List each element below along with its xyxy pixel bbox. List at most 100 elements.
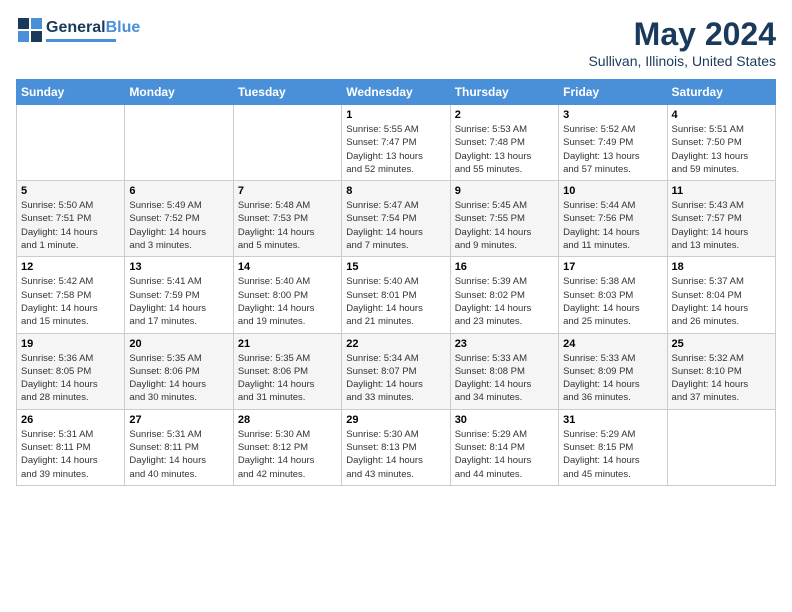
logo-icon [16,16,44,44]
day-number: 9 [455,185,554,197]
day-number: 25 [672,338,771,350]
week-row-5: 26 Sunrise: 5:31 AM Sunset: 8:11 PM Dayli… [17,409,776,485]
calendar-cell: 26 Sunrise: 5:31 AM Sunset: 8:11 PM Dayli… [17,409,125,485]
day-number: 11 [672,185,771,197]
calendar-cell: 22 Sunrise: 5:34 AM Sunset: 8:07 PM Dayli… [342,333,450,409]
day-info: Sunrise: 5:37 AM Sunset: 8:04 PM Dayligh… [672,275,771,328]
day-number: 16 [455,261,554,273]
calendar-cell: 18 Sunrise: 5:37 AM Sunset: 8:04 PM Dayli… [667,257,775,333]
day-info: Sunrise: 5:38 AM Sunset: 8:03 PM Dayligh… [563,275,662,328]
day-info: Sunrise: 5:53 AM Sunset: 7:48 PM Dayligh… [455,123,554,176]
day-info: Sunrise: 5:35 AM Sunset: 8:06 PM Dayligh… [129,352,228,405]
calendar-cell: 17Sunrise: 5:38 AM Sunset: 8:03 PM Dayli… [559,257,667,333]
day-number: 7 [238,185,337,197]
day-number: 29 [346,414,445,426]
day-number: 27 [129,414,228,426]
day-info: Sunrise: 5:44 AM Sunset: 7:56 PM Dayligh… [563,199,662,252]
day-number: 21 [238,338,337,350]
day-number: 22 [346,338,445,350]
day-number: 1 [346,109,445,121]
day-info: Sunrise: 5:33 AM Sunset: 8:08 PM Dayligh… [455,352,554,405]
calendar-cell [125,105,233,181]
calendar-cell: 2 Sunrise: 5:53 AM Sunset: 7:48 PM Daylig… [450,105,558,181]
week-row-2: 5 Sunrise: 5:50 AM Sunset: 7:51 PM Daylig… [17,181,776,257]
day-number: 19 [21,338,120,350]
day-info: Sunrise: 5:31 AM Sunset: 8:11 PM Dayligh… [21,428,120,481]
day-number: 10 [563,185,662,197]
weekday-header-sunday: Sunday [17,80,125,105]
calendar-cell: 12Sunrise: 5:42 AM Sunset: 7:58 PM Dayli… [17,257,125,333]
calendar-cell: 15Sunrise: 5:40 AM Sunset: 8:01 PM Dayli… [342,257,450,333]
day-info: Sunrise: 5:31 AM Sunset: 8:11 PM Dayligh… [129,428,228,481]
day-number: 5 [21,185,120,197]
day-number: 13 [129,261,228,273]
day-info: Sunrise: 5:43 AM Sunset: 7:57 PM Dayligh… [672,199,771,252]
calendar-cell: 1 Sunrise: 5:55 AM Sunset: 7:47 PM Daylig… [342,105,450,181]
day-number: 2 [455,109,554,121]
day-info: Sunrise: 5:45 AM Sunset: 7:55 PM Dayligh… [455,199,554,252]
calendar-cell: 13Sunrise: 5:41 AM Sunset: 7:59 PM Dayli… [125,257,233,333]
week-row-4: 19 Sunrise: 5:36 AM Sunset: 8:05 PM Dayli… [17,333,776,409]
logo: General Blue [16,16,140,44]
calendar-cell: 29 Sunrise: 5:30 AM Sunset: 8:13 PM Dayli… [342,409,450,485]
day-info: Sunrise: 5:34 AM Sunset: 8:07 PM Dayligh… [346,352,445,405]
calendar-cell: 16 Sunrise: 5:39 AM Sunset: 8:02 PM Dayli… [450,257,558,333]
calendar-cell: 21 Sunrise: 5:35 AM Sunset: 8:06 PM Dayli… [233,333,341,409]
weekday-header-friday: Friday [559,80,667,105]
day-number: 6 [129,185,228,197]
day-number: 4 [672,109,771,121]
day-info: Sunrise: 5:50 AM Sunset: 7:51 PM Dayligh… [21,199,120,252]
day-info: Sunrise: 5:47 AM Sunset: 7:54 PM Dayligh… [346,199,445,252]
day-info: Sunrise: 5:30 AM Sunset: 8:13 PM Dayligh… [346,428,445,481]
calendar-cell [667,409,775,485]
calendar-cell: 7 Sunrise: 5:48 AM Sunset: 7:53 PM Daylig… [233,181,341,257]
page-header: General Blue May 2024 Sullivan, Illinois… [16,16,776,69]
weekday-header-wednesday: Wednesday [342,80,450,105]
day-info: Sunrise: 5:55 AM Sunset: 7:47 PM Dayligh… [346,123,445,176]
calendar-cell: 4 Sunrise: 5:51 AM Sunset: 7:50 PM Daylig… [667,105,775,181]
calendar-cell: 19 Sunrise: 5:36 AM Sunset: 8:05 PM Dayli… [17,333,125,409]
weekday-header-monday: Monday [125,80,233,105]
day-info: Sunrise: 5:35 AM Sunset: 8:06 PM Dayligh… [238,352,337,405]
day-number: 3 [563,109,662,121]
calendar-cell: 30Sunrise: 5:29 AM Sunset: 8:14 PM Dayli… [450,409,558,485]
week-row-3: 12Sunrise: 5:42 AM Sunset: 7:58 PM Dayli… [17,257,776,333]
calendar-cell: 10 Sunrise: 5:44 AM Sunset: 7:56 PM Dayli… [559,181,667,257]
day-number: 8 [346,185,445,197]
day-info: Sunrise: 5:32 AM Sunset: 8:10 PM Dayligh… [672,352,771,405]
day-number: 28 [238,414,337,426]
calendar-cell: 8 Sunrise: 5:47 AM Sunset: 7:54 PM Daylig… [342,181,450,257]
day-number: 18 [672,261,771,273]
calendar-cell [233,105,341,181]
title-block: May 2024 Sullivan, Illinois, United Stat… [588,16,776,69]
calendar-cell: 20Sunrise: 5:35 AM Sunset: 8:06 PM Dayli… [125,333,233,409]
calendar-cell: 31 Sunrise: 5:29 AM Sunset: 8:15 PM Dayli… [559,409,667,485]
day-number: 23 [455,338,554,350]
calendar-cell: 25 Sunrise: 5:32 AM Sunset: 8:10 PM Dayli… [667,333,775,409]
calendar-cell: 27 Sunrise: 5:31 AM Sunset: 8:11 PM Dayli… [125,409,233,485]
day-info: Sunrise: 5:33 AM Sunset: 8:09 PM Dayligh… [563,352,662,405]
calendar-cell: 5 Sunrise: 5:50 AM Sunset: 7:51 PM Daylig… [17,181,125,257]
calendar-cell: 23 Sunrise: 5:33 AM Sunset: 8:08 PM Dayli… [450,333,558,409]
day-info: Sunrise: 5:52 AM Sunset: 7:49 PM Dayligh… [563,123,662,176]
day-info: Sunrise: 5:48 AM Sunset: 7:53 PM Dayligh… [238,199,337,252]
calendar-cell: 28Sunrise: 5:30 AM Sunset: 8:12 PM Dayli… [233,409,341,485]
calendar-cell: 9 Sunrise: 5:45 AM Sunset: 7:55 PM Daylig… [450,181,558,257]
day-info: Sunrise: 5:29 AM Sunset: 8:15 PM Dayligh… [563,428,662,481]
day-info: Sunrise: 5:39 AM Sunset: 8:02 PM Dayligh… [455,275,554,328]
calendar-cell [17,105,125,181]
weekday-header-thursday: Thursday [450,80,558,105]
day-info: Sunrise: 5:36 AM Sunset: 8:05 PM Dayligh… [21,352,120,405]
month-year-title: May 2024 [588,16,776,53]
day-info: Sunrise: 5:40 AM Sunset: 8:00 PM Dayligh… [238,275,337,328]
calendar-table: SundayMondayTuesdayWednesdayThursdayFrid… [16,79,776,486]
day-number: 26 [21,414,120,426]
day-info: Sunrise: 5:51 AM Sunset: 7:50 PM Dayligh… [672,123,771,176]
day-number: 31 [563,414,662,426]
weekday-header-tuesday: Tuesday [233,80,341,105]
day-info: Sunrise: 5:49 AM Sunset: 7:52 PM Dayligh… [129,199,228,252]
day-number: 30 [455,414,554,426]
calendar-cell: 24Sunrise: 5:33 AM Sunset: 8:09 PM Dayli… [559,333,667,409]
day-info: Sunrise: 5:42 AM Sunset: 7:58 PM Dayligh… [21,275,120,328]
calendar-cell: 3 Sunrise: 5:52 AM Sunset: 7:49 PM Daylig… [559,105,667,181]
